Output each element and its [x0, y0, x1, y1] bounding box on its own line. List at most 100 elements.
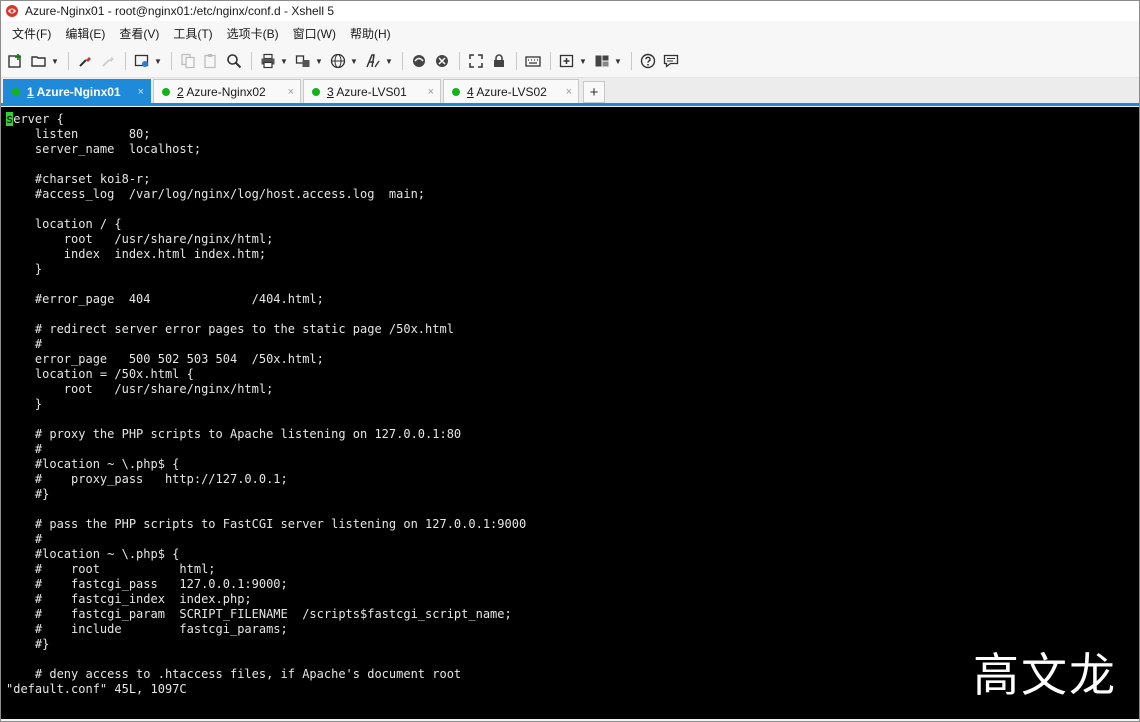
terminal-line: # proxy_pass http://127.0.0.1;	[6, 472, 288, 486]
layout-icon[interactable]	[591, 50, 613, 72]
tab-close-icon[interactable]: ×	[566, 86, 572, 98]
toolbar-divider	[516, 52, 517, 70]
terminal-line: # include fastcgi_params;	[6, 622, 288, 636]
watermark-text: 高文龙	[973, 648, 1117, 702]
open-folder-icon[interactable]	[28, 50, 50, 72]
tab-label: Azure-Nginx02	[183, 84, 266, 99]
new-session-icon[interactable]	[5, 50, 27, 72]
font-icon[interactable]	[362, 50, 384, 72]
terminal-area[interactable]: server { listen 80; server_name localhos…	[1, 107, 1139, 719]
properties-icon[interactable]	[131, 50, 153, 72]
tab-azure-nginx02[interactable]: 2 Azure-Nginx02 ×	[153, 79, 301, 103]
menu-help[interactable]: 帮助(H)	[343, 23, 398, 44]
print-icon[interactable]	[257, 50, 279, 72]
open-dropdown-icon[interactable]: ▼	[51, 50, 59, 72]
terminal-output: server { listen 80; server_name localhos…	[6, 112, 526, 682]
tab-number: 2	[177, 84, 184, 99]
lock-icon[interactable]	[488, 50, 510, 72]
menu-window[interactable]: 窗口(W)	[286, 23, 343, 44]
toolbar-divider	[550, 52, 551, 70]
xmanager-icon[interactable]	[431, 50, 453, 72]
keyboard-icon[interactable]	[522, 50, 544, 72]
xshell-window: Azure-Nginx01 - root@nginx01:/etc/nginx/…	[0, 0, 1140, 722]
tab-azure-lvs01[interactable]: 3 Azure-LVS01 ×	[303, 79, 441, 103]
terminal-line: location = /50x.html {	[6, 367, 194, 381]
session-tab-bar: 1 Azure-Nginx01 × 2 Azure-Nginx02 × 3 Az…	[1, 78, 1139, 106]
terminal-line: #	[6, 337, 43, 351]
connected-status-dot	[312, 87, 320, 96]
menu-bar: 文件(F) 编辑(E) 查看(V) 工具(T) 选项卡(B) 窗口(W) 帮助(…	[1, 21, 1139, 45]
layout-dropdown-icon[interactable]: ▼	[614, 50, 622, 72]
terminal-line: server_name localhost;	[6, 142, 202, 156]
menu-tools[interactable]: 工具(T)	[166, 23, 219, 44]
toolbar-divider	[125, 52, 126, 70]
fullscreen-icon[interactable]	[465, 50, 487, 72]
tab-close-icon[interactable]: ×	[288, 86, 294, 98]
terminal-line: location / {	[6, 217, 122, 231]
tab-azure-nginx01[interactable]: 1 Azure-Nginx01 ×	[3, 79, 151, 103]
tab-close-icon[interactable]: ×	[428, 86, 434, 98]
window-title: Azure-Nginx01 - root@nginx01:/etc/nginx/…	[25, 4, 335, 18]
terminal-line: listen 80;	[6, 127, 151, 141]
terminal-line: }	[6, 397, 43, 411]
copy-icon[interactable]	[177, 50, 199, 72]
terminal-line: error_page 500 502 503 504 /50x.html;	[6, 352, 324, 366]
new-tab-dropdown-icon[interactable]: ▼	[579, 50, 587, 72]
xshell-logo-icon	[5, 4, 19, 18]
transfer-dropdown-icon[interactable]: ▼	[315, 50, 323, 72]
reconnect-icon[interactable]	[97, 50, 119, 72]
terminal-line: # deny access to .htaccess files, if Apa…	[6, 667, 462, 681]
globe-dropdown-icon[interactable]: ▼	[350, 50, 358, 72]
terminal-line: #access_log /var/log/nginx/log/host.acce…	[6, 187, 426, 201]
menu-tab[interactable]: 选项卡(B)	[220, 23, 286, 44]
font-dropdown-icon[interactable]: ▼	[385, 50, 393, 72]
tab-label: Azure-Nginx01	[33, 84, 121, 99]
terminal-line: root /usr/share/nginx/html;	[6, 232, 274, 246]
new-tab-icon[interactable]	[556, 50, 578, 72]
menu-edit[interactable]: 编辑(E)	[58, 23, 112, 44]
print-dropdown-icon[interactable]: ▼	[280, 50, 288, 72]
find-icon[interactable]	[223, 50, 245, 72]
connected-status-dot	[452, 87, 460, 96]
menu-file[interactable]: 文件(F)	[5, 23, 58, 44]
globe-icon[interactable]	[327, 50, 349, 72]
terminal-line: # redirect server error pages to the sta…	[6, 322, 454, 336]
title-bar: Azure-Nginx01 - root@nginx01:/etc/nginx/…	[1, 1, 1139, 21]
xftp-icon[interactable]	[408, 50, 430, 72]
terminal-line: # proxy the PHP scripts to Apache listen…	[6, 427, 462, 441]
tab-label: Azure-LVS01	[333, 84, 407, 99]
terminal-line: #}	[6, 487, 50, 501]
terminal-line: #charset koi8-r;	[6, 172, 151, 186]
disconnect-icon[interactable]	[74, 50, 96, 72]
toolbar: ▼ ▼ ▼ ▼ ▼ ▼ ▼ ▼	[1, 45, 1139, 78]
terminal-line: index index.html index.htm;	[6, 247, 267, 261]
tab-number: 4	[467, 84, 474, 99]
toolbar-divider	[251, 52, 252, 70]
tab-azure-lvs02[interactable]: 4 Azure-LVS02 ×	[443, 79, 579, 103]
chat-icon[interactable]	[660, 50, 682, 72]
tab-label: Azure-LVS02	[473, 84, 547, 99]
toolbar-divider	[631, 52, 632, 70]
help-icon[interactable]	[637, 50, 659, 72]
transfer-icon[interactable]	[292, 50, 314, 72]
terminal-line: #location ~ \.php$ {	[6, 457, 180, 471]
terminal-line: # pass the PHP scripts to FastCGI server…	[6, 517, 527, 531]
paste-icon[interactable]	[200, 50, 222, 72]
terminal-line: # fastcgi_param SCRIPT_FILENAME /scripts…	[6, 607, 512, 621]
terminal-line: #}	[6, 637, 50, 651]
terminal-line: #	[6, 442, 43, 456]
terminal-line: #	[6, 532, 43, 546]
terminal-line: server {	[6, 112, 526, 127]
tab-close-icon[interactable]: ×	[138, 86, 144, 98]
terminal-line-text: erver {	[13, 112, 64, 126]
add-tab-button[interactable]: +	[583, 81, 605, 103]
menu-view[interactable]: 查看(V)	[112, 23, 166, 44]
terminal-line: # root html;	[6, 562, 216, 576]
toolbar-divider	[171, 52, 172, 70]
terminal-line: # fastcgi_pass 127.0.0.1:9000;	[6, 577, 288, 591]
properties-dropdown-icon[interactable]: ▼	[154, 50, 162, 72]
